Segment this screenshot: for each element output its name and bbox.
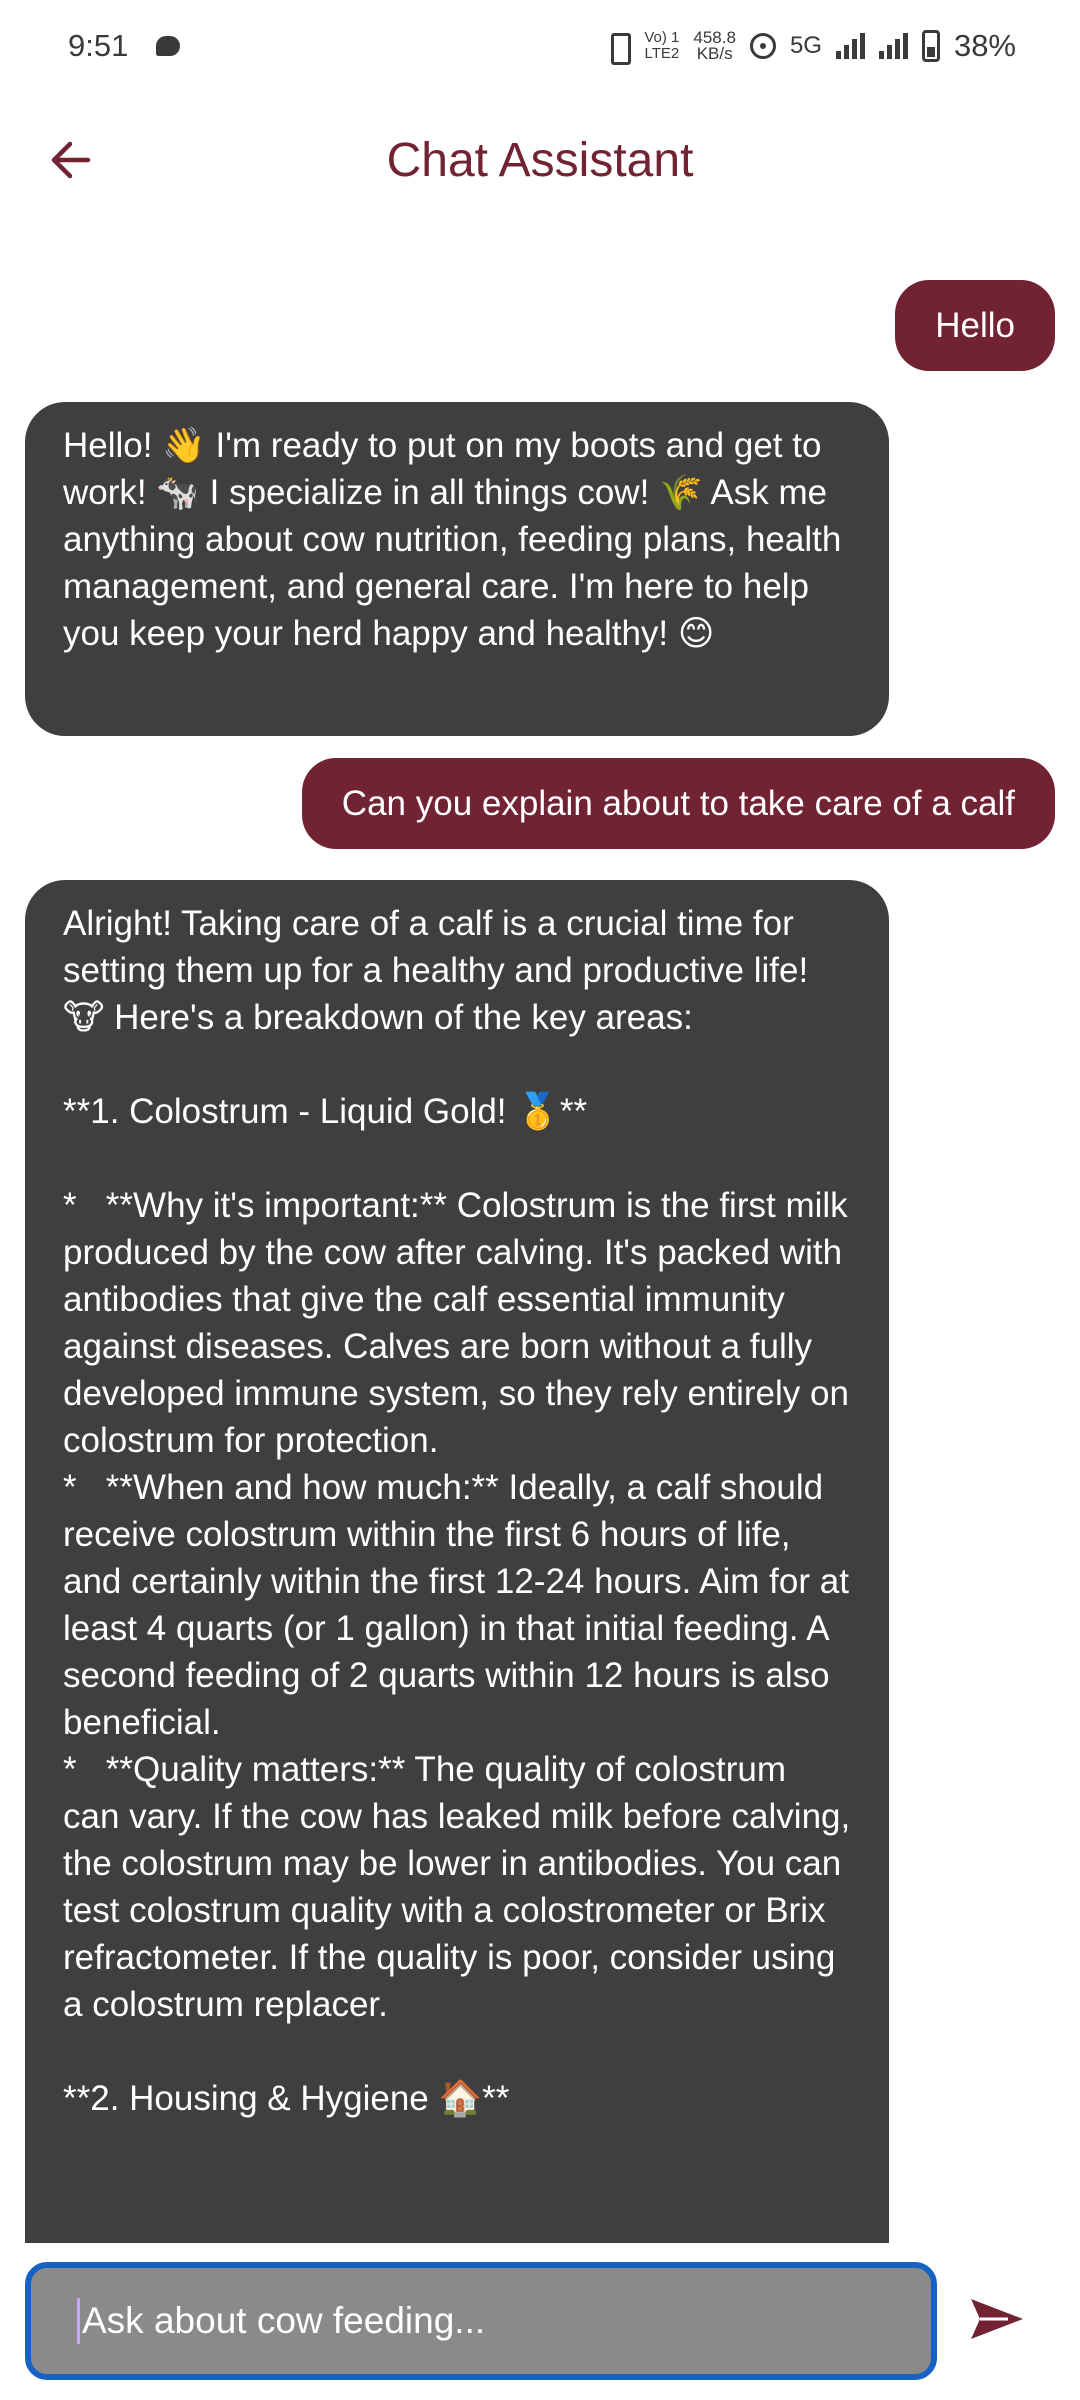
network-type: 5G xyxy=(789,32,822,59)
message-notification-icon xyxy=(156,36,181,56)
signal-icon-2 xyxy=(878,33,908,59)
composer xyxy=(0,2262,1080,2382)
status-right: Vo) 1 LTE2 458.8 KB/s 5G 38% xyxy=(606,28,1016,65)
app-bar: Chat Assistant xyxy=(0,92,1080,228)
status-bar: 9:51 Vo) 1 LTE2 458.8 KB/s 5G 38% xyxy=(0,0,1080,92)
chat-message-list[interactable]: Hello Hello! 👋 I'm ready to put on my bo… xyxy=(0,228,1080,2243)
user-message: Hello xyxy=(895,280,1055,371)
message-input[interactable] xyxy=(82,2300,882,2342)
vibrate-icon xyxy=(606,31,632,65)
battery-icon xyxy=(921,30,940,62)
page-title: Chat Assistant xyxy=(386,133,694,187)
arrow-left-icon xyxy=(51,141,91,179)
assistant-message: Hello! 👋 I'm ready to put on my boots an… xyxy=(25,402,889,736)
signal-icon xyxy=(835,33,865,59)
status-time: 9:51 xyxy=(68,28,129,63)
send-icon xyxy=(971,2299,1023,2339)
network-speed: 458.8 KB/s xyxy=(693,29,736,63)
assistant-message: Alright! Taking care of a calf is a cruc… xyxy=(25,880,889,2243)
status-left: 9:51 xyxy=(68,28,181,64)
user-message: Can you explain about to take care of a … xyxy=(301,758,1055,849)
message-input-container[interactable] xyxy=(25,2262,937,2380)
volte-label-top: Vo) 1 xyxy=(644,29,680,46)
hotspot-icon xyxy=(749,33,776,59)
volte-label-bottom: LTE2 xyxy=(644,45,680,62)
text-cursor xyxy=(77,2298,80,2344)
battery-percent: 38% xyxy=(953,28,1016,63)
back-button[interactable] xyxy=(40,130,100,190)
speed-unit: KB/s xyxy=(696,44,733,63)
volte-indicator: Vo) 1 LTE2 xyxy=(644,30,679,62)
send-button[interactable] xyxy=(962,2284,1032,2354)
